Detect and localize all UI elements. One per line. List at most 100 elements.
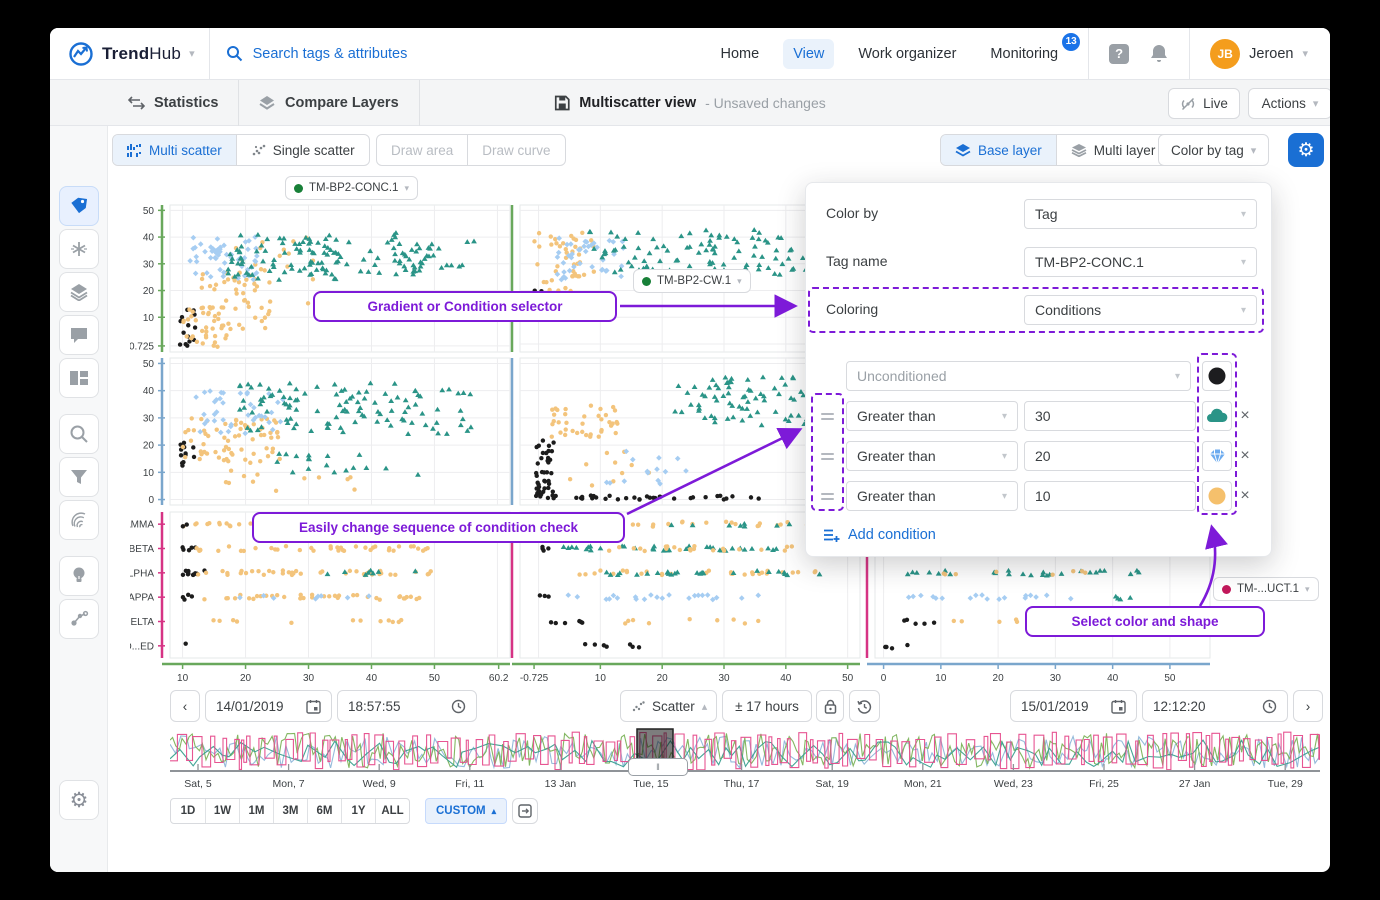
custom-range-button[interactable]: CUSTOM▴: [425, 798, 507, 824]
unconditioned-swatch[interactable]: [1202, 361, 1232, 391]
draw-curve-button[interactable]: Draw curve: [467, 135, 564, 165]
svg-text:-0.725: -0.725: [130, 341, 154, 352]
multi-scatter-icon: [127, 143, 142, 157]
timeline-label: Fri, 25: [1089, 778, 1119, 790]
svg-text:20: 20: [657, 673, 669, 684]
end-date-field[interactable]: 15/01/2019: [1010, 690, 1137, 722]
legend-chip-uct1[interactable]: TM-...UCT.1▾: [1213, 577, 1319, 601]
live-button[interactable]: Live: [1168, 88, 1240, 119]
color-by-tag-dropdown[interactable]: Color by tag▾: [1158, 134, 1269, 166]
sidebar-settings-button[interactable]: ⚙: [59, 780, 99, 820]
statistics-button[interactable]: Statistics: [108, 80, 239, 126]
zoom-preset-1d[interactable]: 1D: [171, 799, 205, 823]
base-layer-button[interactable]: Base layer: [941, 135, 1056, 165]
annotation-sequence: Easily change sequence of condition chec…: [252, 512, 625, 543]
sidebar-item-filter[interactable]: [59, 457, 99, 497]
condition-value-input[interactable]: 20: [1024, 441, 1196, 471]
actions-button[interactable]: Actions▾: [1248, 88, 1330, 119]
coloring-select[interactable]: Conditions▾: [1024, 295, 1257, 325]
remove-condition-icon[interactable]: ×: [1236, 401, 1254, 431]
end-time-field[interactable]: 12:12:20: [1142, 690, 1288, 722]
svg-text:40: 40: [143, 233, 155, 244]
condition-operator-select[interactable]: Greater than▾: [846, 481, 1018, 511]
zoom-preset-row: 1D1W1M3M6M1YALL: [170, 798, 410, 824]
zoom-preset-3m[interactable]: 3M: [273, 799, 307, 823]
comment-icon: [69, 326, 89, 344]
condition-operator-select[interactable]: Greater than▾: [846, 401, 1018, 431]
drag-handle[interactable]: [816, 441, 838, 471]
timeline-label: 27 Jan: [1179, 778, 1211, 790]
condition-swatch[interactable]: [1202, 401, 1232, 431]
custom-range-picker-button[interactable]: [512, 798, 538, 824]
save-icon[interactable]: [554, 95, 570, 111]
timeline-strip[interactable]: [170, 728, 1320, 772]
nav-item-home[interactable]: Home: [711, 39, 770, 69]
sidebar-item-insights[interactable]: [59, 556, 99, 596]
brush-handle[interactable]: ‖: [628, 758, 688, 776]
multi-scatter-button[interactable]: Multi scatter: [113, 135, 236, 165]
zoom-preset-1w[interactable]: 1W: [205, 799, 239, 823]
svg-text:20: 20: [240, 673, 252, 684]
time-window-button[interactable]: ± 17 hours: [722, 690, 812, 722]
sidebar-item-layers[interactable]: [59, 272, 99, 312]
condition-value-input[interactable]: 10: [1024, 481, 1196, 511]
svg-text:10: 10: [143, 313, 155, 324]
chart-settings-button[interactable]: ⚙: [1288, 133, 1324, 167]
unconditioned-select[interactable]: Unconditioned▾: [846, 361, 1191, 391]
multi-layer-button[interactable]: Multi layer: [1056, 135, 1170, 165]
start-time-field[interactable]: 18:57:55: [337, 690, 477, 722]
remove-condition-icon[interactable]: ×: [1236, 481, 1254, 511]
zoom-preset-1y[interactable]: 1Y: [341, 799, 375, 823]
remove-condition-icon[interactable]: ×: [1236, 441, 1254, 471]
zoom-preset-6m[interactable]: 6M: [307, 799, 341, 823]
sidebar-item-layout[interactable]: [59, 358, 99, 398]
search-input[interactable]: Search tags & attributes: [210, 45, 711, 62]
help-icon[interactable]: ?: [1109, 44, 1129, 64]
history-button[interactable]: [849, 690, 880, 722]
step-back-button[interactable]: ‹: [170, 690, 200, 722]
svg-text:30: 30: [143, 259, 155, 270]
nav-item-view[interactable]: View: [783, 39, 834, 69]
legend-chip-cw1[interactable]: TM-BP2-CW.1▾: [633, 269, 751, 293]
bell-icon[interactable]: [1149, 43, 1169, 65]
calendar-icon: [1111, 699, 1126, 714]
zoom-preset-all[interactable]: ALL: [375, 799, 409, 823]
sidebar-item-tags[interactable]: [59, 186, 99, 226]
condition-operator-select[interactable]: Greater than▾: [846, 441, 1018, 471]
search-placeholder: Search tags & attributes: [253, 46, 408, 62]
compare-layers-button[interactable]: Compare Layers: [238, 80, 420, 126]
plot-mode-dropdown[interactable]: Scatter ▴: [620, 690, 717, 722]
user-menu[interactable]: JB Jeroen ▾: [1210, 39, 1308, 69]
add-condition-button[interactable]: Add condition: [823, 527, 936, 543]
sidebar-item-fingerprint[interactable]: [59, 500, 99, 540]
drag-handle[interactable]: [816, 481, 838, 511]
sidebar-item-formulas[interactable]: [59, 229, 99, 269]
lock-window-button[interactable]: [816, 690, 844, 722]
start-date-field[interactable]: 14/01/2019: [205, 690, 332, 722]
statistics-icon: [128, 96, 145, 110]
sidebar-item-relations[interactable]: [59, 599, 99, 639]
condition-swatch[interactable]: [1202, 441, 1232, 471]
condition-swatch[interactable]: [1202, 481, 1232, 511]
legend-chip-conc1[interactable]: TM-BP2-CONC.1▾: [285, 176, 418, 200]
nav-item-work-organizer[interactable]: Work organizer: [848, 39, 966, 69]
gear-icon: ⚙: [1297, 139, 1314, 162]
svg-text:KAPPA: KAPPA: [130, 593, 154, 604]
color-by-select[interactable]: Tag▾: [1024, 199, 1257, 229]
draw-area-button[interactable]: Draw area: [377, 135, 467, 165]
multi-layer-icon: [1071, 143, 1087, 157]
brand-chevron-icon[interactable]: ▾: [189, 47, 195, 60]
svg-text:20: 20: [143, 441, 155, 452]
sidebar-item-comments[interactable]: [59, 315, 99, 355]
svg-text:20: 20: [143, 286, 155, 297]
condition-value-input[interactable]: 30: [1024, 401, 1196, 431]
tag-name-select[interactable]: TM-BP2-CONC.1▾: [1024, 247, 1257, 277]
single-scatter-button[interactable]: Single scatter: [236, 135, 369, 165]
brand[interactable]: TrendHub ▾: [50, 41, 195, 67]
sidebar-item-search[interactable]: [59, 414, 99, 454]
step-forward-button[interactable]: ›: [1293, 690, 1323, 722]
drag-handle[interactable]: [816, 401, 838, 431]
nav-item-monitoring[interactable]: Monitoring13: [980, 39, 1068, 69]
lightbulb-icon: [71, 566, 87, 586]
zoom-preset-1m[interactable]: 1M: [239, 799, 273, 823]
